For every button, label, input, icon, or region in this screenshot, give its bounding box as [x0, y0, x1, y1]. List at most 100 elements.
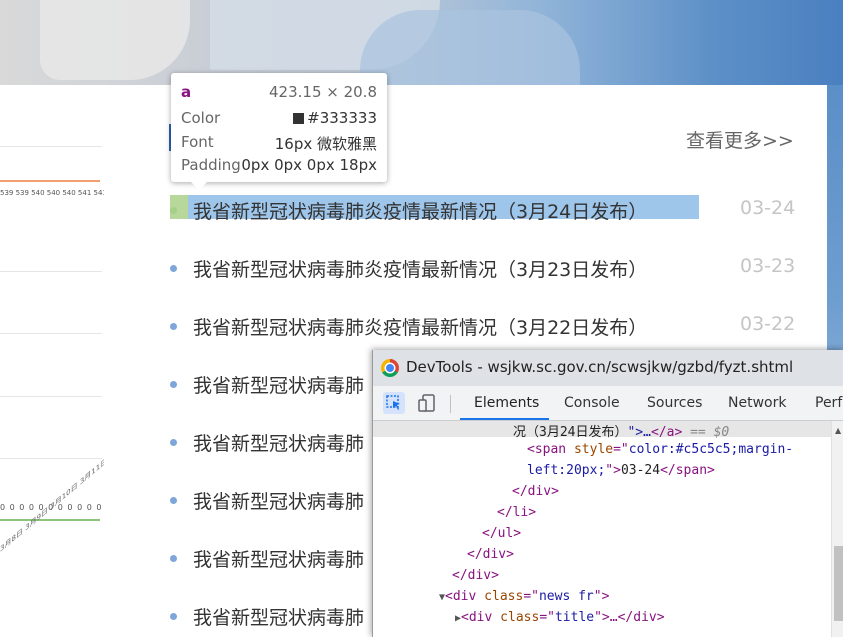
dom-punct: =": [613, 442, 629, 457]
news-title-link[interactable]: 我省新型冠状病毒肺炎疫情最新情况（3月23日发布）: [193, 255, 647, 282]
news-item[interactable]: 我省新型冠状病毒肺炎疫情最新情况（3月24日发布） 03-24: [170, 195, 800, 225]
banner-photo-right: [360, 10, 580, 85]
tooltip-padding-value: 0px 0px 0px 18px: [241, 156, 377, 174]
tab-elements[interactable]: Elements: [474, 395, 539, 411]
news-item[interactable]: 我省新型冠状病毒肺炎疫情最新情况（3月22日发布） 03-22: [170, 311, 800, 341]
dom-punct: =": [539, 610, 555, 625]
chrome-logo-icon: [381, 359, 399, 377]
bullet-icon: [170, 265, 177, 272]
elements-tree[interactable]: 况（3月24日发布）">…</a> == $0 <span style="col…: [373, 421, 831, 637]
devtools-title: DevTools - wsjkw.sc.gov.cn/scwsjkw/gzbd/…: [406, 358, 794, 376]
news-title-link[interactable]: 我省新型冠状病毒肺: [193, 545, 364, 572]
dom-node-line[interactable]: </div>: [512, 484, 559, 499]
tab-console[interactable]: Console: [564, 395, 620, 411]
tooltip-font-label: Font: [181, 133, 214, 151]
news-item[interactable]: 我省新型冠状病毒肺炎疫情最新情况（3月23日发布） 03-23: [170, 253, 800, 283]
dom-attr-name: style: [566, 442, 614, 457]
chart-gridline: [0, 458, 102, 459]
dom-tag: <div: [461, 610, 493, 625]
devtools-window: DevTools - wsjkw.sc.gov.cn/scwsjkw/gzbd/…: [372, 350, 843, 637]
tooltip-tag-name: a: [181, 83, 192, 101]
dom-node-line[interactable]: </ul>: [482, 526, 521, 541]
bullet-icon: [170, 497, 177, 504]
dom-tag: <span: [527, 442, 567, 457]
news-title-link[interactable]: 我省新型冠状病毒肺炎疫情最新情况（3月24日发布）: [193, 197, 647, 224]
device-mode-icon: [418, 394, 435, 412]
dom-text: 况（3月24日发布）: [513, 425, 628, 440]
tooltip-font-value: 16px 微软雅黑: [274, 135, 377, 153]
dom-attr-value: title: [554, 610, 595, 625]
dom-punct: ">: [593, 589, 610, 604]
tooltip-padding-label: Padding: [181, 156, 241, 174]
bullet-icon: [170, 439, 177, 446]
tab-network[interactable]: Network: [728, 395, 786, 411]
chart-gridline: [0, 271, 102, 272]
bullet-icon: [170, 323, 177, 330]
dom-punct: =": [523, 589, 539, 604]
view-more-link[interactable]: 查看更多>>: [686, 126, 794, 153]
dom-attr-value: color:#c5c5c5;margin-: [628, 442, 794, 457]
dom-node-line[interactable]: <span style="color:#c5c5c5;margin-: [527, 442, 793, 457]
tooltip-color-value-wrap: #333333: [293, 109, 377, 127]
dom-tag: </div>: [512, 484, 559, 499]
tab-sources[interactable]: Sources: [647, 395, 702, 411]
toolbar-divider: [450, 395, 451, 413]
news-date: 03-23: [740, 255, 796, 277]
news-title-link[interactable]: 我省新型冠状病毒肺: [193, 487, 364, 514]
dom-attr-value: news fr: [538, 589, 594, 604]
news-title-link[interactable]: 我省新型冠状病毒肺: [193, 371, 364, 398]
chart-gridline: [0, 396, 102, 397]
tooltip-color-value: #333333: [307, 109, 377, 127]
dom-attr-name: class: [492, 610, 540, 625]
dom-node-line[interactable]: </div>: [467, 547, 514, 562]
scroll-up-arrow-icon[interactable]: ▲: [835, 426, 841, 435]
chart-gridline: [0, 333, 102, 334]
dom-selected-marker: == $0: [682, 425, 730, 440]
cursor-select-icon: [386, 395, 400, 410]
dom-tag: </a>: [650, 425, 683, 440]
dom-node-line[interactable]: </div>: [452, 568, 499, 583]
dom-tag: </div>: [467, 547, 514, 562]
bullet-icon: [170, 613, 177, 620]
banner-photo-left: [40, 0, 190, 80]
tooltip-color-label: Color: [181, 109, 221, 127]
header-banner-image: [0, 0, 843, 85]
dom-node-line[interactable]: ▶<div class="title">…</div>: [455, 610, 665, 625]
dom-node-line[interactable]: ▼<div class="news fr">: [439, 589, 609, 604]
chart-series-labels: 539 539 540 540 540 541 541 543 543 545: [0, 189, 104, 197]
dom-punct: ">…</div>: [594, 610, 665, 625]
tooltip-arrow: [191, 182, 207, 190]
news-date: 03-24: [740, 197, 796, 219]
dom-node-line[interactable]: </li>: [497, 505, 536, 520]
news-title-link[interactable]: 我省新型冠状病毒肺: [193, 603, 364, 630]
dom-attr-name: class: [476, 589, 524, 604]
tooltip-dimensions: 423.15 × 20.8: [269, 83, 377, 101]
devtools-titlebar[interactable]: DevTools - wsjkw.sc.gov.cn/scwsjkw/gzbd/…: [373, 350, 843, 386]
dom-punct: ">: [605, 463, 621, 478]
dom-tag: </span>: [660, 463, 715, 478]
elements-scrollbar[interactable]: ▲: [831, 421, 843, 637]
news-title-link[interactable]: 我省新型冠状病毒肺: [193, 429, 364, 456]
dom-node-line[interactable]: 况（3月24日发布）">…</a> == $0: [513, 421, 729, 440]
device-toolbar-button[interactable]: [417, 392, 439, 414]
devtools-tabbar: Elements Console Sources Network Perfo: [373, 386, 843, 421]
tab-performance[interactable]: Perfo: [815, 395, 843, 411]
chart-baseline: [0, 519, 100, 521]
news-date: 03-22: [740, 313, 796, 335]
news-title-link[interactable]: 我省新型冠状病毒肺炎疫情最新情况（3月22日发布）: [193, 313, 647, 340]
bullet-icon: [170, 381, 177, 388]
dom-node-line[interactable]: left:20px;">03-24</span>: [527, 463, 715, 478]
dom-text: 03-24: [620, 463, 661, 478]
dom-tag: </li>: [497, 505, 537, 520]
dom-tag: <div: [445, 589, 477, 604]
inspect-element-button[interactable]: [383, 392, 405, 414]
dom-tag: </ul>: [482, 526, 522, 541]
left-chart-panel: 539 539 540 540 540 541 541 543 543 545 …: [0, 85, 105, 637]
dom-text: ">…: [627, 425, 651, 440]
inspect-tooltip: a 423.15 × 20.8 Color #333333 Font 16px …: [171, 73, 387, 190]
bullet-icon: [170, 207, 177, 214]
bullet-icon: [170, 555, 177, 562]
active-tab-indicator: [460, 418, 549, 420]
scrollbar-thumb[interactable]: [834, 546, 843, 621]
chart-gridline: [0, 146, 102, 147]
